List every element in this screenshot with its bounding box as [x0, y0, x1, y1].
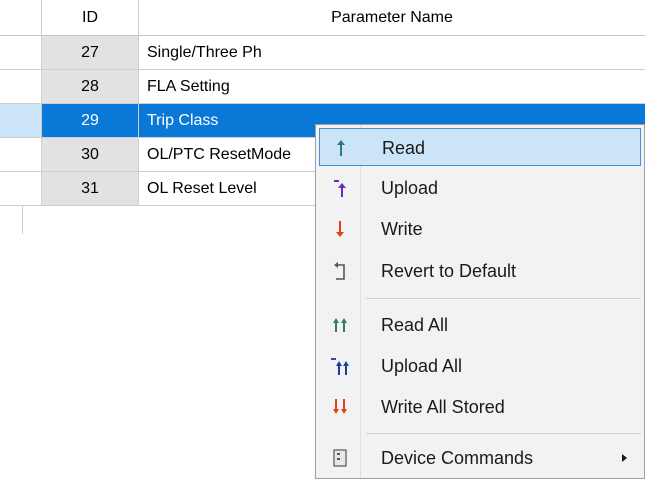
- read-arrow-up-icon: [330, 137, 352, 159]
- menu-separator: [366, 433, 641, 434]
- menu-item-upload[interactable]: Upload: [319, 169, 641, 207]
- revert-icon: [329, 260, 351, 282]
- parameter-name-cell[interactable]: Single/Three Ph: [139, 36, 645, 69]
- id-cell[interactable]: 31: [42, 172, 138, 205]
- grid-divider: [41, 0, 42, 206]
- menu-item-label: Write All Stored: [381, 397, 505, 417]
- menu-item-read-all[interactable]: Read All: [319, 306, 641, 344]
- row-header[interactable]: [0, 70, 41, 103]
- column-header-parameter-name[interactable]: Parameter Name: [139, 0, 645, 35]
- menu-item-label: Write: [381, 219, 423, 239]
- read-all-icon: [329, 314, 351, 336]
- table-row[interactable]: 28 FLA Setting: [0, 70, 645, 104]
- row-header[interactable]: [0, 138, 41, 171]
- menu-item-write-all-stored[interactable]: Write All Stored: [319, 388, 641, 426]
- menu-item-label: Upload All: [381, 356, 463, 376]
- menu-item-write[interactable]: Write: [319, 210, 641, 248]
- grid-divider: [138, 0, 139, 206]
- grid-header: ID Parameter Name: [0, 0, 645, 36]
- upload-arrow-icon: [329, 177, 351, 199]
- menu-item-label: Read All: [381, 315, 449, 335]
- row-header[interactable]: [0, 104, 41, 137]
- grid-divider: [22, 206, 23, 234]
- menu-item-label: Upload: [381, 178, 439, 198]
- column-header-id[interactable]: ID: [42, 0, 138, 35]
- id-cell[interactable]: 27: [42, 36, 138, 69]
- write-arrow-down-icon: [329, 218, 351, 240]
- id-cell[interactable]: 28: [42, 70, 138, 103]
- device-commands-icon: [329, 447, 351, 469]
- id-cell[interactable]: 30: [42, 138, 138, 171]
- menu-separator: [366, 298, 641, 299]
- menu-item-revert-to-default[interactable]: Revert to Default: [319, 252, 641, 290]
- row-header-corner: [0, 0, 41, 35]
- menu-item-device-commands[interactable]: Device Commands: [319, 439, 641, 477]
- parameter-name-cell[interactable]: FLA Setting: [139, 70, 645, 103]
- menu-item-label: Revert to Default: [381, 261, 517, 281]
- write-all-icon: [329, 396, 351, 418]
- row-header[interactable]: [0, 36, 41, 69]
- id-cell[interactable]: 29: [42, 104, 138, 137]
- menu-item-label: Device Commands: [381, 448, 534, 468]
- menu-item-read[interactable]: Read: [319, 128, 641, 166]
- upload-all-icon: [329, 355, 351, 377]
- menu-item-upload-all[interactable]: Upload All: [319, 347, 641, 385]
- table-row[interactable]: 27 Single/Three Ph: [0, 36, 645, 70]
- submenu-arrow-icon: [622, 454, 627, 462]
- row-header[interactable]: [0, 172, 41, 205]
- menu-item-label: Read: [382, 138, 426, 158]
- context-menu: Read Upload Write Revert to Default Read…: [315, 124, 645, 479]
